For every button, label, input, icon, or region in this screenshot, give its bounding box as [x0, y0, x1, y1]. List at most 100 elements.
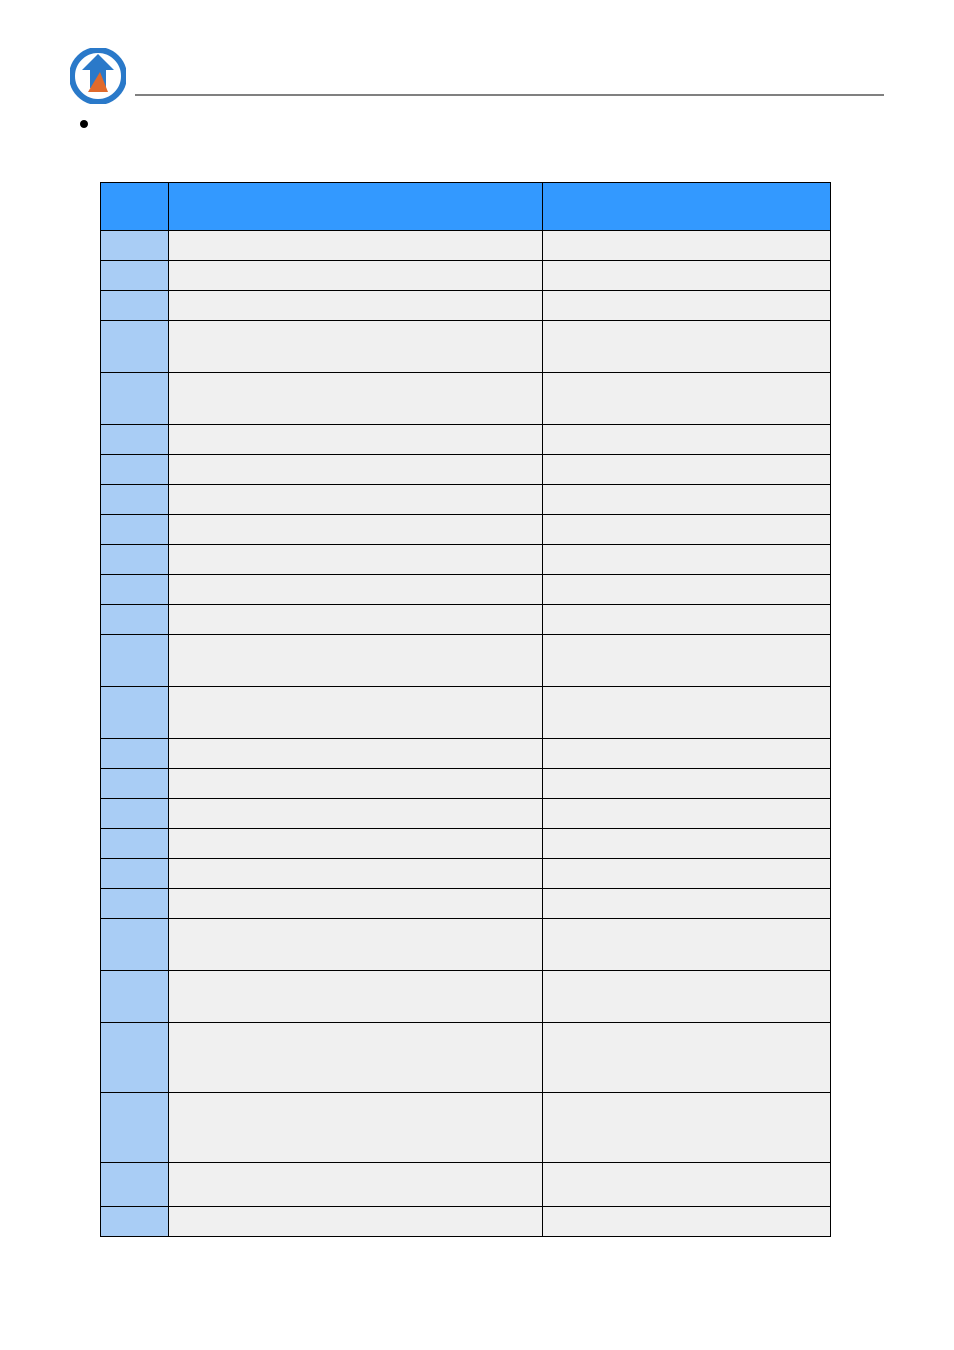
- table-row: [101, 1207, 831, 1237]
- cell-function: [169, 231, 543, 261]
- cell-function: [169, 373, 543, 425]
- cell-description: [543, 1093, 831, 1163]
- table-row: [101, 1023, 831, 1093]
- page-header: [0, 0, 954, 100]
- table-row: [101, 635, 831, 687]
- cell-function: [169, 291, 543, 321]
- horizontal-rule: [135, 94, 884, 96]
- cell-description: [543, 769, 831, 799]
- cell-no: [101, 919, 169, 971]
- cell-description: [543, 455, 831, 485]
- cell-function: [169, 321, 543, 373]
- cell-function: [169, 739, 543, 769]
- table-row: [101, 575, 831, 605]
- cell-description: [543, 575, 831, 605]
- cell-no: [101, 605, 169, 635]
- table-row: [101, 769, 831, 799]
- table-row: [101, 971, 831, 1023]
- cell-description: [543, 373, 831, 425]
- cell-description: [543, 545, 831, 575]
- cell-function: [169, 919, 543, 971]
- cell-description: [543, 919, 831, 971]
- cell-function: [169, 769, 543, 799]
- table-row: [101, 1163, 831, 1207]
- cell-description: [543, 799, 831, 829]
- cell-function: [169, 575, 543, 605]
- function-list-table: [100, 182, 831, 1237]
- cell-no: [101, 635, 169, 687]
- cell-no: [101, 575, 169, 605]
- cell-description: [543, 261, 831, 291]
- cell-no: [101, 769, 169, 799]
- cell-description: [543, 859, 831, 889]
- table-row: [101, 687, 831, 739]
- cell-description: [543, 291, 831, 321]
- bullet-icon: [80, 120, 88, 128]
- table-row: [101, 605, 831, 635]
- cell-description: [543, 1163, 831, 1207]
- cell-description: [543, 485, 831, 515]
- cell-no: [101, 1093, 169, 1163]
- cell-description: [543, 1023, 831, 1093]
- cell-no: [101, 1163, 169, 1207]
- cell-function: [169, 1163, 543, 1207]
- cell-no: [101, 889, 169, 919]
- table-header-row: [101, 183, 831, 231]
- table-row: [101, 1093, 831, 1163]
- cell-no: [101, 687, 169, 739]
- cell-function: [169, 261, 543, 291]
- cell-no: [101, 545, 169, 575]
- table-row: [101, 829, 831, 859]
- cell-function: [169, 971, 543, 1023]
- cell-no: [101, 829, 169, 859]
- cell-no: [101, 1023, 169, 1093]
- cell-no: [101, 971, 169, 1023]
- cell-function: [169, 485, 543, 515]
- cell-function: [169, 635, 543, 687]
- company-logo-icon: [70, 48, 126, 104]
- cell-description: [543, 889, 831, 919]
- cell-description: [543, 425, 831, 455]
- table-row: [101, 919, 831, 971]
- table-row: [101, 859, 831, 889]
- table-row: [101, 455, 831, 485]
- cell-no: [101, 799, 169, 829]
- cell-description: [543, 605, 831, 635]
- table-row: [101, 515, 831, 545]
- cell-no: [101, 261, 169, 291]
- cell-function: [169, 515, 543, 545]
- cell-no: [101, 231, 169, 261]
- table-row: [101, 799, 831, 829]
- section-heading-row: [70, 120, 98, 128]
- cell-no: [101, 321, 169, 373]
- cell-no: [101, 1207, 169, 1237]
- cell-description: [543, 829, 831, 859]
- cell-function: [169, 799, 543, 829]
- cell-no: [101, 859, 169, 889]
- cell-function: [169, 829, 543, 859]
- cell-function: [169, 605, 543, 635]
- cell-function: [169, 687, 543, 739]
- cell-no: [101, 515, 169, 545]
- table-row: [101, 545, 831, 575]
- table-row: [101, 373, 831, 425]
- cell-no: [101, 739, 169, 769]
- table-row: [101, 889, 831, 919]
- cell-description: [543, 635, 831, 687]
- cell-function: [169, 859, 543, 889]
- cell-function: [169, 889, 543, 919]
- cell-no: [101, 291, 169, 321]
- cell-no: [101, 373, 169, 425]
- table-row: [101, 261, 831, 291]
- table-row: [101, 485, 831, 515]
- cell-function: [169, 455, 543, 485]
- cell-function: [169, 545, 543, 575]
- col-header-description: [543, 183, 831, 231]
- table-row: [101, 739, 831, 769]
- table-row: [101, 321, 831, 373]
- cell-function: [169, 1207, 543, 1237]
- cell-function: [169, 425, 543, 455]
- cell-description: [543, 1207, 831, 1237]
- cell-description: [543, 321, 831, 373]
- table-row: [101, 291, 831, 321]
